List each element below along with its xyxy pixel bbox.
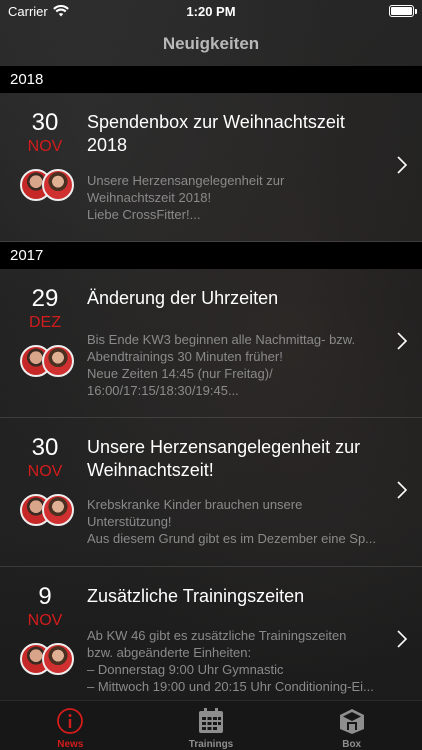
news-title: Spendenbox zur Weihnachtszeit 2018: [87, 112, 345, 155]
news-excerpt: Ab KW 46 gibt es zusätzliche Trainingsze…: [87, 628, 374, 694]
news-item[interactable]: 9 NOV Zusätzliche Trainingszeiten Ab KW …: [0, 567, 422, 713]
news-excerpt: Unsere Herzensangelegenheit zur Weihnach…: [87, 173, 285, 222]
tab-box[interactable]: Box: [281, 701, 422, 750]
carrier-label: Carrier: [8, 3, 48, 19]
tab-label: Trainings: [188, 739, 234, 750]
news-item[interactable]: 30 NOV Spendenbox zur Weihnachtszeit 201…: [0, 93, 422, 242]
battery-icon: [389, 5, 417, 17]
date-day: 30: [31, 109, 59, 136]
news-title: Änderung der Uhrzeiten: [87, 288, 279, 308]
date-day: 9: [38, 583, 52, 610]
news-list: 2018 30 NOV Spendenbox zur Weihnachtszei…: [0, 66, 422, 713]
chevron-right-icon: [397, 630, 408, 648]
navigation-bar: Neuigkeiten: [0, 22, 422, 66]
tab-label: News: [57, 739, 84, 750]
date-block: 29 DEZ: [20, 285, 70, 333]
news-item[interactable]: 29 DEZ Änderung der Uhrzeiten Bis Ende K…: [0, 269, 422, 418]
section-header-2018: 2018: [0, 66, 422, 93]
news-item[interactable]: 30 NOV Unsere Herzensangelegenheit zur W…: [0, 418, 422, 567]
date-block: 30 NOV: [20, 109, 70, 157]
news-excerpt: Krebskranke Kinder brauchen unsere Unter…: [87, 497, 377, 546]
chevron-right-icon: [397, 481, 408, 499]
date-block: 30 NOV: [20, 434, 70, 482]
status-bar: Carrier 1:20 PM: [0, 0, 422, 22]
news-excerpt: Bis Ende KW3 beginnen alle Nachmittag- b…: [87, 332, 356, 398]
date-block: 9 NOV: [20, 583, 70, 631]
date-month: DEZ: [29, 314, 61, 331]
date-month: NOV: [27, 463, 63, 480]
date-month: NOV: [27, 138, 63, 155]
avatar: [42, 494, 74, 526]
avatar: [42, 345, 74, 377]
chevron-right-icon: [397, 156, 408, 174]
author-avatars: [20, 494, 74, 526]
date-month: NOV: [27, 612, 63, 629]
author-avatars: [20, 345, 74, 377]
box-icon: [337, 706, 367, 736]
avatar: [42, 169, 74, 201]
chevron-right-icon: [397, 332, 408, 350]
info-circle-icon: [55, 706, 85, 736]
tab-trainings[interactable]: Trainings: [141, 701, 282, 750]
tab-bar: News Trainings Box: [0, 700, 422, 750]
author-avatars: [20, 169, 74, 201]
section-header-2017: 2017: [0, 242, 422, 269]
wifi-icon: [52, 5, 69, 17]
news-title: Zusätzliche Trainingszeiten: [87, 586, 305, 606]
avatar: [42, 643, 74, 675]
page-title: Neuigkeiten: [162, 34, 260, 53]
news-title: Unsere Herzensangelegenheit zur Weihnach…: [87, 437, 361, 480]
tab-label: Box: [342, 739, 362, 750]
date-day: 29: [31, 285, 59, 312]
author-avatars: [20, 643, 74, 675]
tab-news[interactable]: News: [0, 701, 141, 750]
calendar-icon: [196, 706, 226, 736]
date-day: 30: [31, 434, 59, 461]
